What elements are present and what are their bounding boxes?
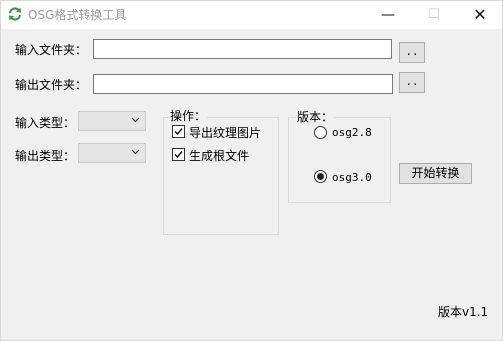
close-button[interactable]: ✕ — [457, 1, 503, 29]
operations-group-title: 操作： — [169, 107, 208, 124]
osg28-radio[interactable] — [314, 126, 327, 139]
osg28-label: osg2.8 — [332, 126, 372, 139]
checkmark-icon — [174, 128, 183, 136]
input-folder-field[interactable] — [93, 39, 392, 59]
output-folder-field[interactable] — [93, 74, 393, 94]
export-textures-label: 导出纹理图片 — [189, 126, 262, 140]
input-type-dropdown[interactable] — [78, 111, 146, 131]
output-type-dropdown[interactable] — [78, 143, 146, 163]
generate-root-label: 生成根文件 — [189, 149, 250, 163]
window-title: OSG格式转换工具 — [28, 8, 127, 22]
maximize-button[interactable]: ☐ — [411, 1, 457, 29]
output-folder-label: 输出文件夹： — [15, 78, 88, 92]
version-text: 版本v1.1 — [438, 305, 489, 319]
input-type-label: 输入类型： — [15, 116, 76, 130]
export-textures-checkbox[interactable] — [172, 125, 185, 138]
start-convert-button[interactable]: 开始转换 — [399, 163, 472, 184]
checkmark-icon — [174, 151, 183, 159]
input-folder-browse-button[interactable]: .. — [399, 42, 425, 63]
output-type-label: 输出类型： — [15, 149, 76, 163]
version-group-title: 版本： — [296, 108, 335, 125]
input-folder-label: 输入文件夹： — [15, 43, 88, 57]
minimize-button[interactable]: — — [365, 1, 411, 29]
osg30-label: osg3.0 — [332, 171, 372, 184]
chevron-down-icon — [131, 149, 140, 155]
main-window: OSG格式转换工具 — ☐ ✕ 输入文件夹： .. 输出文件夹： .. 输入类型… — [0, 0, 503, 341]
radio-selected-dot — [317, 173, 324, 180]
osg30-radio[interactable] — [314, 170, 327, 183]
chevron-down-icon — [131, 117, 140, 123]
convert-app-icon — [9, 7, 21, 21]
output-folder-browse-button[interactable]: .. — [399, 72, 425, 93]
title-bar: OSG格式转换工具 — ☐ ✕ — [1, 1, 502, 29]
generate-root-checkbox[interactable] — [172, 148, 185, 161]
